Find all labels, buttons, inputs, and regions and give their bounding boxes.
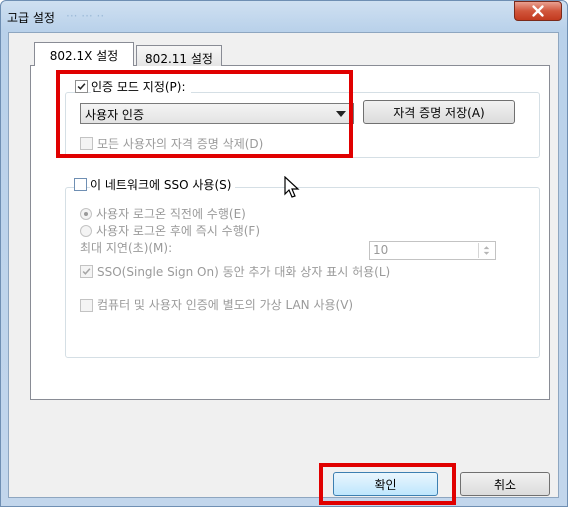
max-delay-value: 10 (373, 243, 389, 257)
radio-before-logon-label: 사용자 로그온 직전에 수행(E) (96, 207, 246, 221)
radio-before-logon[interactable] (80, 208, 92, 220)
title-ghost-text: ··· ··· ·· (66, 9, 105, 23)
title-bar[interactable]: 고급 설정 ··· ··· ·· (0, 0, 568, 34)
highlight-auth-mode (56, 70, 353, 158)
window-title: 고급 설정 (7, 11, 55, 25)
separate-vlan-label: 컴퓨터 및 사용자 인증에 별도의 가상 LAN 사용(V) (97, 298, 354, 312)
allow-additional-dialogs-label: SSO(Single Sign On) 동안 추가 대화 상자 표시 허용(L) (97, 265, 391, 279)
close-button[interactable] (514, 1, 562, 21)
max-delay-label: 최대 지연(초)(M): (80, 241, 173, 255)
radio-after-logon[interactable] (80, 225, 92, 237)
sso-enable-label: 이 네트워크에 SSO 사용(S) (90, 176, 236, 193)
radio-after-logon-label: 사용자 로그온 후에 즉시 수행(F) (96, 224, 261, 238)
radio-selected-dot (84, 212, 88, 216)
allow-additional-dialogs-checkbox[interactable] (80, 265, 93, 278)
spin-arrows-icon[interactable] (478, 243, 494, 258)
mouse-cursor-icon (284, 176, 300, 198)
checkmark-icon (82, 268, 91, 275)
tab-80211-settings[interactable]: 802.11 설정 (136, 45, 222, 66)
sso-enable-checkbox[interactable] (74, 178, 87, 191)
max-delay-spinbox[interactable]: 10 (369, 241, 496, 260)
save-credentials-button[interactable]: 자격 증명 저장(A) (363, 100, 515, 124)
close-icon (532, 5, 544, 17)
separate-vlan-checkbox[interactable] (80, 299, 93, 312)
highlight-ok-button (319, 463, 456, 505)
tab-8021x-settings[interactable]: 802.1X 설정 (34, 42, 134, 66)
cancel-button[interactable]: 취소 (460, 472, 550, 496)
